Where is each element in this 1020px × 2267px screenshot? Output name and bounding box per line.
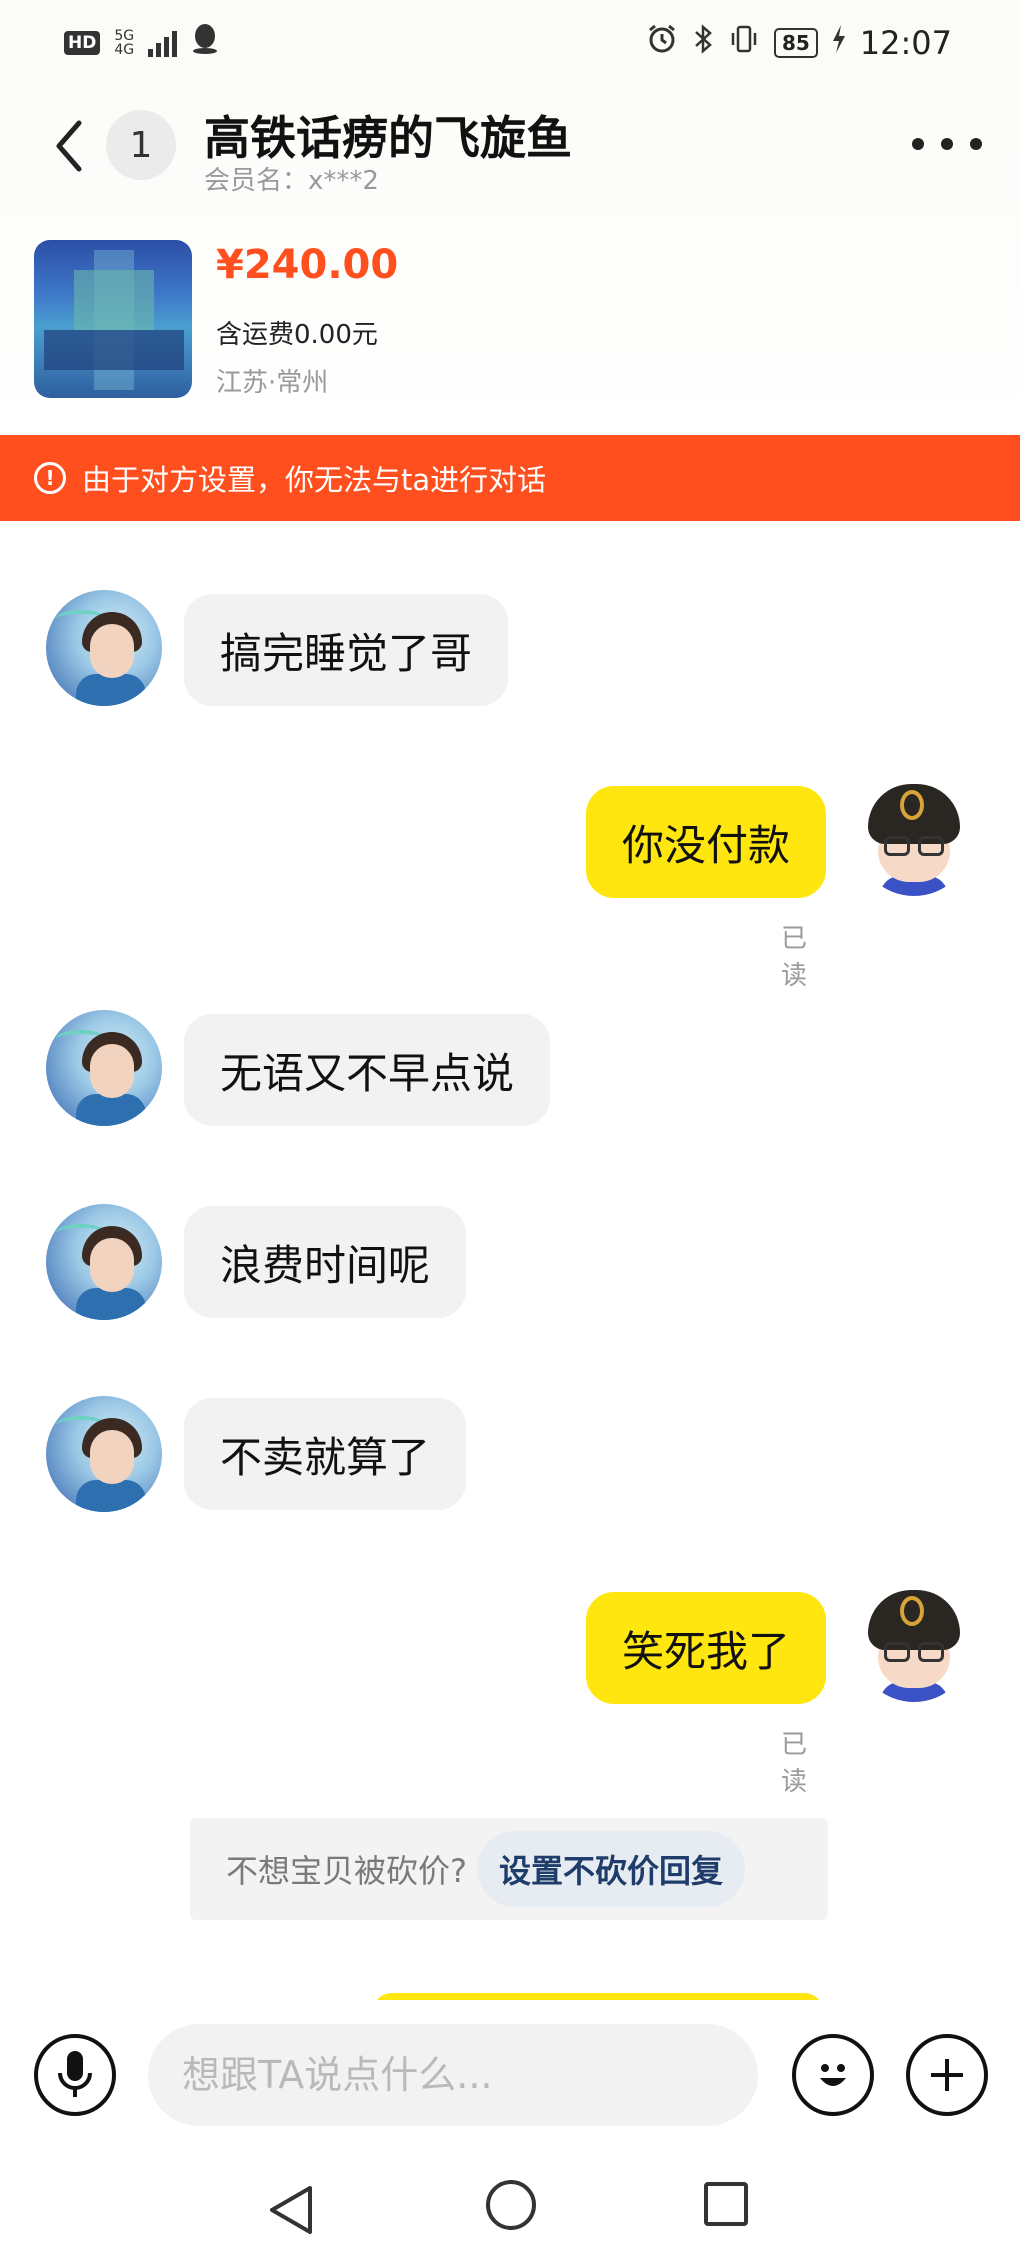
chat-title: 高铁话痨的飞旋鱼 [204,111,572,165]
my-avatar[interactable] [856,780,972,896]
product-thumbnail[interactable] [34,240,192,398]
bluetooth-icon [692,23,714,63]
chat-header: 1 高铁话痨的飞旋鱼 会员名：x***2 [0,96,1020,206]
battery-indicator: 85 [773,28,818,58]
other-avatar[interactable] [46,1204,162,1320]
read-status: 已读 [781,1730,808,1797]
nav-recent-apps-icon[interactable] [704,2182,748,2226]
message-input[interactable] [148,2024,758,2126]
plus-icon [931,2059,963,2091]
qq-icon [191,23,219,63]
status-bar: HD 5G 4G 85 12:07 [0,0,1020,86]
nav-home-icon[interactable] [486,2180,536,2230]
signal-icon [148,29,178,57]
no-bargain-reply-button[interactable]: 设置不砍价回复 [477,1831,746,1907]
product-price: ¥240.00 [216,242,399,288]
status-right: 85 12:07 [646,23,952,63]
read-status: 已读 [781,924,808,991]
input-bar [0,2000,1020,2150]
back-icon[interactable] [44,116,94,176]
voice-button[interactable] [34,2034,116,2116]
network-type: 5G 4G [114,29,134,57]
member-name: 会员名：x***2 [204,166,379,196]
emoji-button[interactable] [792,2034,874,2116]
message-bubble[interactable]: 浪费时间呢 [184,1206,467,1318]
network-label: 5G [114,28,135,44]
microphone-icon [58,2051,92,2097]
bargain-tip-text: 不想宝贝被砍价? [226,1852,467,1890]
warning-icon: ! [34,462,66,494]
nav-back-icon[interactable] [262,2180,322,2240]
other-avatar[interactable] [46,1396,162,1512]
restriction-banner: ! 由于对方设置，你无法与ta进行对话 [0,435,1020,521]
message-bubble[interactable]: 你没付款 [586,786,827,898]
system-nav-bar [0,2150,1020,2267]
alarm-icon [646,23,678,63]
shipping-info: 含运费0.00元 [216,320,378,350]
message-bubble[interactable]: 不卖就算了 [184,1398,467,1510]
other-avatar[interactable] [46,590,162,706]
my-avatar[interactable] [856,1586,972,1702]
hd-badge: HD [64,31,101,55]
status-left: HD 5G 4G [64,23,219,63]
smiley-icon [820,2064,846,2086]
more-options-icon[interactable] [912,124,982,164]
product-card[interactable]: ¥240.00 含运费0.00元 江苏·常州 [34,240,984,400]
more-actions-button[interactable] [906,2034,988,2116]
network-sub-label: 4G [114,42,135,58]
charging-icon [832,25,846,61]
clock: 12:07 [859,24,952,62]
vibrate-icon [728,23,760,63]
other-avatar[interactable] [46,1010,162,1126]
bargain-tip: 不想宝贝被砍价? 设置不砍价回复 [190,1818,828,1920]
unread-count-badge[interactable]: 1 [106,110,176,180]
message-bubble[interactable]: 无语又不早点说 [184,1014,551,1126]
restriction-text: 由于对方设置，你无法与ta进行对话 [82,463,547,497]
message-bubble[interactable]: 搞完睡觉了哥 [184,594,509,706]
seller-location: 江苏·常州 [216,368,329,398]
message-bubble[interactable]: 笑死我了 [586,1592,827,1704]
